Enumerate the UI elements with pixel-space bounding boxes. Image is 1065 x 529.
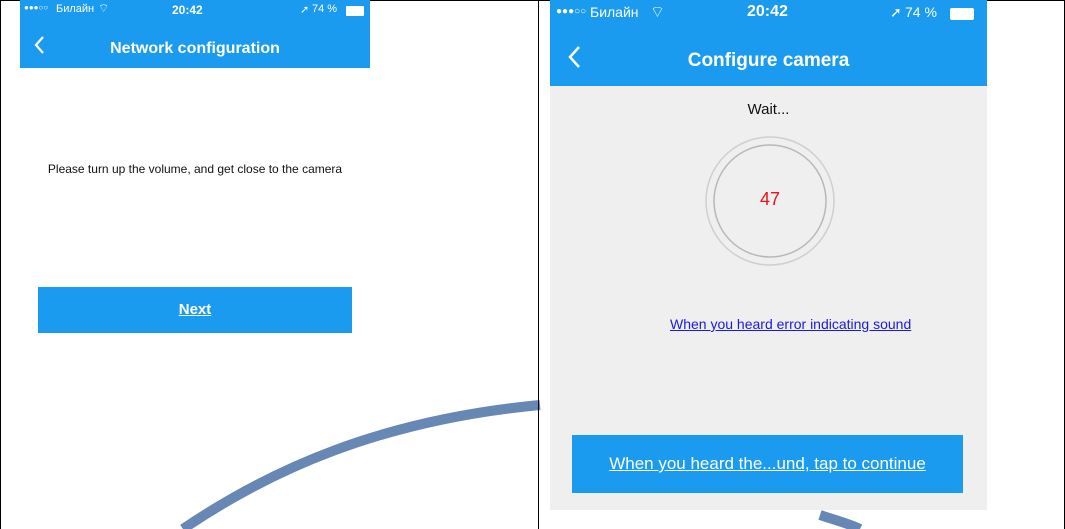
carrier-label: Билайн xyxy=(56,3,95,15)
status-time: 20:42 xyxy=(172,3,203,17)
signal-icon: ●●●○○ xyxy=(24,3,49,12)
left-screen: ●●●○○ Билайн ⌔ 20:42 ➚ 74 % Network conf… xyxy=(20,0,370,529)
battery-icon xyxy=(950,8,974,20)
battery-percent: 74 % xyxy=(312,3,338,15)
wait-text: Wait... xyxy=(747,101,790,118)
right-status-bar: ●●●○○ Билайн ⌔ 20:42 ➚ 74 % xyxy=(550,0,987,26)
location-icon: ➚ xyxy=(890,4,902,20)
error-sound-link[interactable]: When you heard error indicating sound xyxy=(670,316,911,332)
right-screen: ●●●○○ Билайн ⌔ 20:42 ➚ 74 % Configure ca… xyxy=(550,0,987,510)
page-title: Network configuration xyxy=(110,40,280,57)
page-title: Configure camera xyxy=(687,50,850,71)
frame-left-border xyxy=(0,0,1,529)
next-button[interactable]: Next xyxy=(38,287,352,333)
frame-divider xyxy=(538,0,539,529)
status-time: 20:42 xyxy=(747,3,788,20)
countdown-ring xyxy=(705,136,835,266)
left-status-bar: ●●●○○ Билайн ⌔ 20:42 ➚ 74 % xyxy=(20,0,370,22)
battery-icon xyxy=(346,6,364,16)
location-icon: ➚ xyxy=(300,4,310,16)
carrier-label: Билайн xyxy=(590,4,639,20)
right-status-and-nav: ●●●○○ Билайн ⌔ 20:42 ➚ 74 % Configure ca… xyxy=(550,0,987,86)
battery-percent: 74 % xyxy=(905,4,937,20)
wifi-icon: ⌔ xyxy=(98,1,110,15)
left-status-and-nav: ●●●○○ Билайн ⌔ 20:42 ➚ 74 % Network conf… xyxy=(20,0,370,68)
instruction-text: Please turn up the volume, and get close… xyxy=(47,162,343,176)
continue-button[interactable]: When you heard the...und, tap to continu… xyxy=(572,435,963,493)
screenshot-frame: ●●●○○ Билайн ⌔ 20:42 ➚ 74 % Network conf… xyxy=(0,0,1065,529)
wifi-icon: ⌔ xyxy=(650,4,666,21)
countdown-number: 47 xyxy=(759,189,781,209)
signal-icon: ●●●○○ xyxy=(556,6,587,17)
